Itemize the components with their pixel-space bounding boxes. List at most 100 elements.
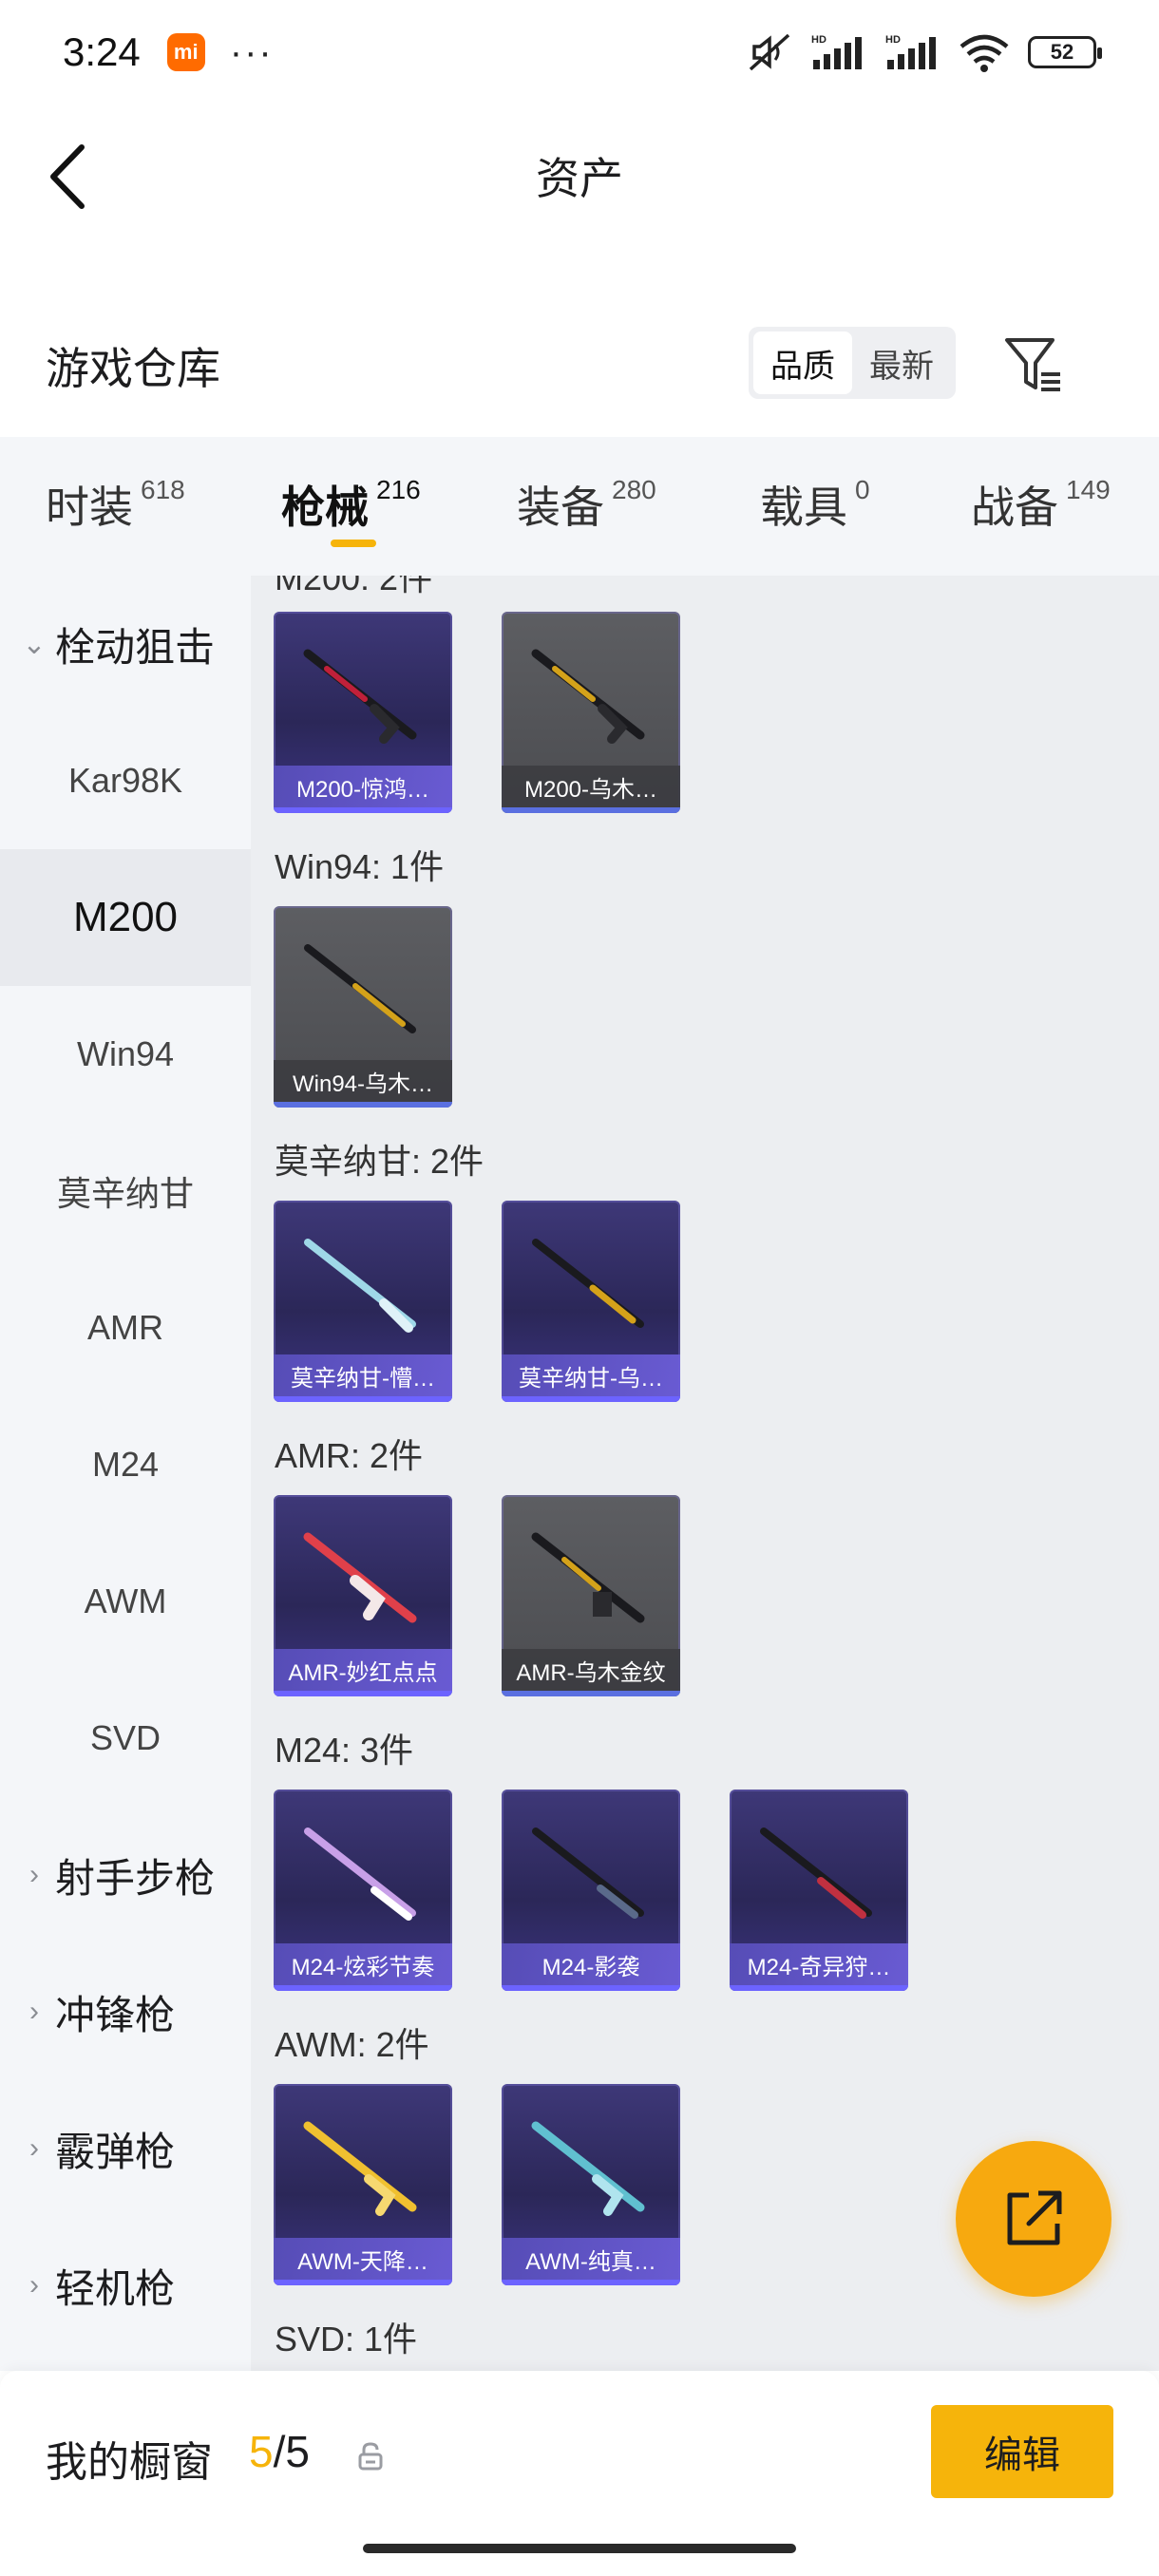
- tab-label: 载具: [760, 483, 847, 532]
- skin-card[interactable]: M200-乌木…: [502, 612, 680, 813]
- more-notifications-icon: ···: [229, 31, 274, 73]
- skin-card[interactable]: M24-奇异狩…: [730, 1790, 908, 1991]
- tab-firearms[interactable]: 枪械 216: [281, 473, 421, 536]
- sidebar-item-m200[interactable]: M200: [0, 849, 251, 986]
- hd-label-2: HD: [885, 34, 901, 46]
- tab-label: 枪械: [281, 483, 369, 532]
- skin-name: AWM-纯真…: [502, 2238, 680, 2280]
- tab-vehicles[interactable]: 载具 0: [760, 473, 870, 536]
- skin-name: AMR-妙红点点: [274, 1649, 452, 1691]
- rifle-icon: [303, 2121, 417, 2216]
- sidebar-item-bolt-action[interactable]: ⌄ 栓动狙击: [0, 576, 251, 712]
- share-fab-button[interactable]: [956, 2141, 1112, 2297]
- skin-card[interactable]: M24-炫彩节奏: [274, 1790, 452, 1991]
- rarity-bar: [502, 2280, 680, 2285]
- rarity-bar: [274, 1691, 452, 1696]
- sidebar-item-mosin-nagant[interactable]: 莫辛纳甘: [0, 1123, 251, 1260]
- sidebar-item-svd[interactable]: SVD: [0, 1670, 251, 1807]
- rifle-icon: [531, 1532, 645, 1623]
- tab-fashion[interactable]: 时装 618: [46, 473, 185, 536]
- weapon-category-sidebar: ⌄ 栓动狙击 Kar98K M200 Win94 莫辛纳甘 AMR M24 AW…: [0, 576, 251, 2371]
- group-title-m24: M24: 3件: [275, 1731, 414, 1770]
- sort-newest-option[interactable]: 最新: [852, 331, 951, 394]
- mute-vibrate-icon: [749, 33, 790, 71]
- sidebar-item-amr[interactable]: AMR: [0, 1260, 251, 1396]
- rifle-icon: [304, 944, 416, 1033]
- sidebar-item-lmgs[interactable]: › 轻机枪: [0, 2217, 251, 2354]
- skin-name: M24-炫彩节奏: [274, 1943, 452, 1985]
- rifle-icon: [531, 649, 645, 744]
- skin-name: AMR-乌木金纹: [502, 1649, 680, 1691]
- skin-card[interactable]: M24-影袭: [502, 1790, 680, 1991]
- sidebar-item-marksman-rifles[interactable]: › 射手步枪: [0, 1807, 251, 1943]
- group-title-win94: Win94: 1件: [275, 847, 445, 886]
- rarity-bar: [502, 1396, 680, 1402]
- sort-quality-option[interactable]: 品质: [753, 331, 852, 394]
- rarity-bar: [502, 807, 680, 813]
- sidebar-item-smgs[interactable]: › 冲锋枪: [0, 1943, 251, 2080]
- chevron-right-icon: ›: [29, 2132, 39, 2164]
- chevron-right-icon: ›: [29, 1859, 39, 1890]
- tab-count: 0: [855, 475, 870, 504]
- sidebar-item-label: 冲锋枪: [55, 1992, 176, 2037]
- rarity-bar: [274, 1102, 452, 1108]
- skin-name: M24-奇异狩…: [730, 1943, 908, 1985]
- skin-card[interactable]: AWM-纯真…: [502, 2084, 680, 2285]
- chevron-down-icon: ⌄: [22, 628, 47, 660]
- sidebar-item-m24[interactable]: M24: [0, 1396, 251, 1533]
- sidebar-item-label: 射手步枪: [55, 1855, 216, 1901]
- showcase-count-current: 5: [249, 2427, 274, 2476]
- tab-count: 618: [141, 475, 185, 504]
- mi-app-icon: mi: [166, 33, 205, 71]
- tab-equipment[interactable]: 装备 280: [517, 473, 656, 536]
- sidebar-item-shotguns[interactable]: › 霰弹枪: [0, 2080, 251, 2217]
- edit-button[interactable]: 编辑: [931, 2405, 1113, 2498]
- rifle-icon: [304, 1828, 416, 1921]
- sidebar-item-label: 栓动狙击: [55, 624, 216, 670]
- skin-card[interactable]: 莫辛纳甘-懵…: [274, 1201, 452, 1402]
- warehouse-title: 游戏仓库: [46, 344, 220, 393]
- group-title-amr: AMR: 2件: [275, 1436, 424, 1475]
- tab-label: 装备: [517, 483, 604, 532]
- skin-card[interactable]: Win94-乌木…: [274, 906, 452, 1108]
- skin-card[interactable]: 莫辛纳甘-乌…: [502, 1201, 680, 1402]
- rarity-bar: [274, 1396, 452, 1402]
- chevron-right-icon: ›: [29, 1996, 39, 2027]
- status-time: 3:24: [63, 29, 141, 74]
- showcase-count: 5/5: [249, 2426, 310, 2477]
- skin-card[interactable]: AWM-天降…: [274, 2084, 452, 2285]
- tab-count: 280: [612, 475, 656, 504]
- showcase-count-max: 5: [285, 2427, 310, 2476]
- rarity-bar: [502, 1985, 680, 1991]
- tab-label: 时装: [46, 483, 133, 532]
- signal-hd-2-icon: HD: [885, 34, 936, 69]
- skin-name: AWM-天降…: [274, 2238, 452, 2280]
- active-tab-indicator: [331, 540, 376, 547]
- skin-card[interactable]: AMR-乌木金纹: [502, 1495, 680, 1696]
- skin-card[interactable]: M200-惊鸿…: [274, 612, 452, 813]
- rifle-icon: [760, 1828, 872, 1919]
- chevron-left-icon: [50, 144, 85, 209]
- tab-count: 216: [376, 475, 421, 504]
- rarity-bar: [274, 807, 452, 813]
- skin-name: 莫辛纳甘-懵…: [274, 1354, 452, 1396]
- page-title: 资产: [536, 154, 623, 203]
- sidebar-item-awm[interactable]: AWM: [0, 1533, 251, 1670]
- back-button[interactable]: [38, 141, 95, 213]
- rifle-icon: [532, 1828, 644, 1919]
- home-indicator[interactable]: [363, 2544, 796, 2553]
- battery-indicator: 52: [1028, 36, 1102, 68]
- sidebar-item-kar98k[interactable]: Kar98K: [0, 712, 251, 849]
- rarity-bar: [274, 2280, 452, 2285]
- sidebar-item-win94[interactable]: Win94: [0, 986, 251, 1123]
- filter-button[interactable]: [1003, 334, 1064, 395]
- group-title-svd: SVD: 1件: [275, 2320, 418, 2358]
- tab-battle-gear[interactable]: 战备 149: [971, 473, 1111, 536]
- sidebar-item-label: 霰弹枪: [55, 2129, 176, 2174]
- showcase-count-separator: /: [273, 2427, 286, 2476]
- hd-label-1: HD: [811, 34, 826, 46]
- rifle-icon: [532, 1239, 644, 1328]
- rifle-icon: [303, 649, 417, 744]
- rifle-icon: [303, 1532, 417, 1623]
- skin-card[interactable]: AMR-妙红点点: [274, 1495, 452, 1696]
